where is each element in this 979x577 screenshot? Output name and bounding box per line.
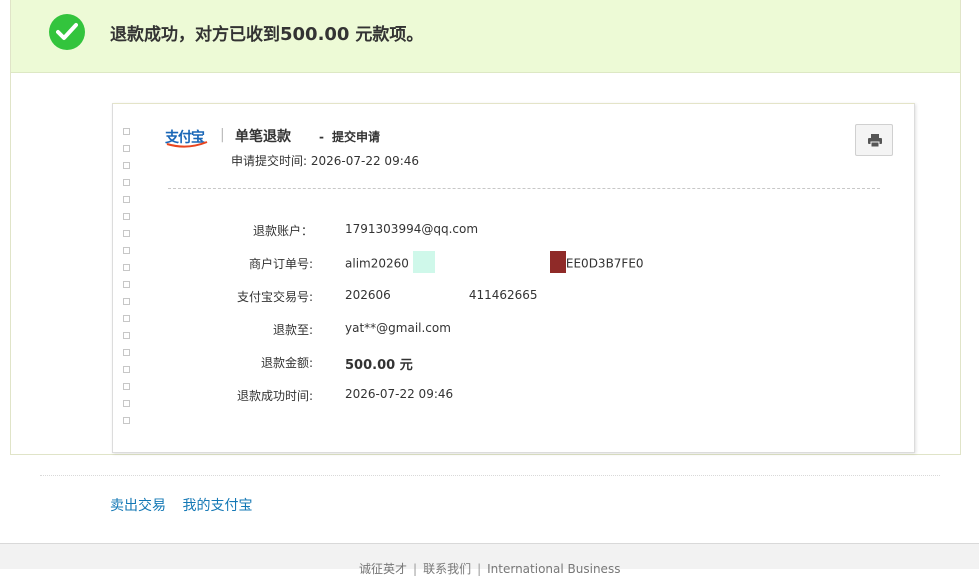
footer-pipe: | <box>477 562 482 576</box>
redaction-mask <box>412 251 435 273</box>
detail-row-amount: 退款金额: 500.00 元 <box>113 350 913 383</box>
site-footer: 诚征英才 | 联系我们 | International Business <box>0 543 979 576</box>
footer-link-careers[interactable]: 诚征英才 <box>359 562 407 576</box>
detail-label: 支付宝交易号: <box>236 290 313 304</box>
success-message: 退款成功，对方已收到500.00 元款项。 <box>110 20 423 45</box>
trade-no-suffix: 411462665 <box>468 288 538 302</box>
detail-value: 1791303994@qq.com <box>345 222 479 236</box>
apply-time-label: 申请提交时间: <box>231 154 308 168</box>
footer-divider <box>40 475 940 476</box>
detail-row-trade-no: 支付宝交易号: 202606 411462665 <box>113 284 913 317</box>
receipt-divider <box>168 188 880 189</box>
detail-value: 202606 411462665 <box>345 288 538 302</box>
printer-icon <box>868 134 882 147</box>
receipt-subtitle: - 提交申请 <box>319 128 380 145</box>
detail-value: 500.00 元 <box>345 358 413 373</box>
detail-label: 退款至: <box>272 323 313 337</box>
detail-row-refund-to: 退款至: yat**@gmail.com <box>113 317 913 350</box>
detail-row-account: 退款账户： 1791303994@qq.com <box>113 218 913 251</box>
detail-label: 退款金额: <box>260 356 313 370</box>
detail-label: 退款成功时间: <box>236 389 313 403</box>
apply-time: 申请提交时间: 2026-07-22 09:46 <box>231 152 419 169</box>
subtitle-dash: - <box>319 130 324 144</box>
detail-value: 2026-07-22 09:46 <box>345 387 454 401</box>
merchant-order-prefix: alim20260 <box>345 256 409 271</box>
refund-receipt: 支付宝 | 单笔退款 - 提交申请 申请提交时间: 2026-07-22 09:4… <box>112 103 915 453</box>
success-banner: 退款成功，对方已收到500.00 元款项。 <box>11 0 960 73</box>
success-amount: 500.00 <box>280 24 350 45</box>
success-message-suffix: 元款项。 <box>349 25 424 45</box>
trade-no-prefix: 202606 <box>345 288 391 302</box>
my-alipay-link[interactable]: 我的支付宝 <box>182 498 252 514</box>
footer-link-international[interactable]: International Business <box>487 562 620 576</box>
print-button[interactable] <box>855 124 893 156</box>
logo-swoosh-icon <box>166 141 208 148</box>
quick-links: 卖出交易 我的支付宝 <box>110 495 264 515</box>
refund-details: 退款账户： 1791303994@qq.com 商户订单号: alim20260… <box>113 218 913 416</box>
success-message-prefix: 退款成功，对方已收到 <box>110 25 280 45</box>
redaction-mask <box>549 251 566 273</box>
detail-value: yat**@gmail.com <box>345 321 451 335</box>
success-check-icon <box>49 14 85 50</box>
footer-link-contact[interactable]: 联系我们 <box>423 562 471 576</box>
apply-time-value: 2026-07-22 09:46 <box>310 154 420 168</box>
receipt-subtitle-text: 提交申请 <box>331 130 380 144</box>
detail-row-merchant-order: 商户订单号: alim20260 EE0D3B7FE0 <box>113 251 913 284</box>
detail-row-success-time: 退款成功时间: 2026-07-22 09:46 <box>113 383 913 416</box>
detail-label: 退款账户： <box>252 224 313 238</box>
receipt-title: 单笔退款 <box>235 129 291 145</box>
title-separator: | <box>220 127 225 143</box>
footer-pipe: | <box>413 562 418 576</box>
sold-trades-link[interactable]: 卖出交易 <box>110 498 166 514</box>
merchant-order-suffix: EE0D3B7FE0 <box>565 256 644 271</box>
alipay-logo: 支付宝 <box>165 127 209 148</box>
detail-value: alim20260 EE0D3B7FE0 <box>345 251 644 273</box>
detail-label: 商户订单号: <box>248 257 313 271</box>
result-panel: 退款成功，对方已收到500.00 元款项。 支付宝 | 单笔退款 - 提交申请 申… <box>10 0 961 455</box>
